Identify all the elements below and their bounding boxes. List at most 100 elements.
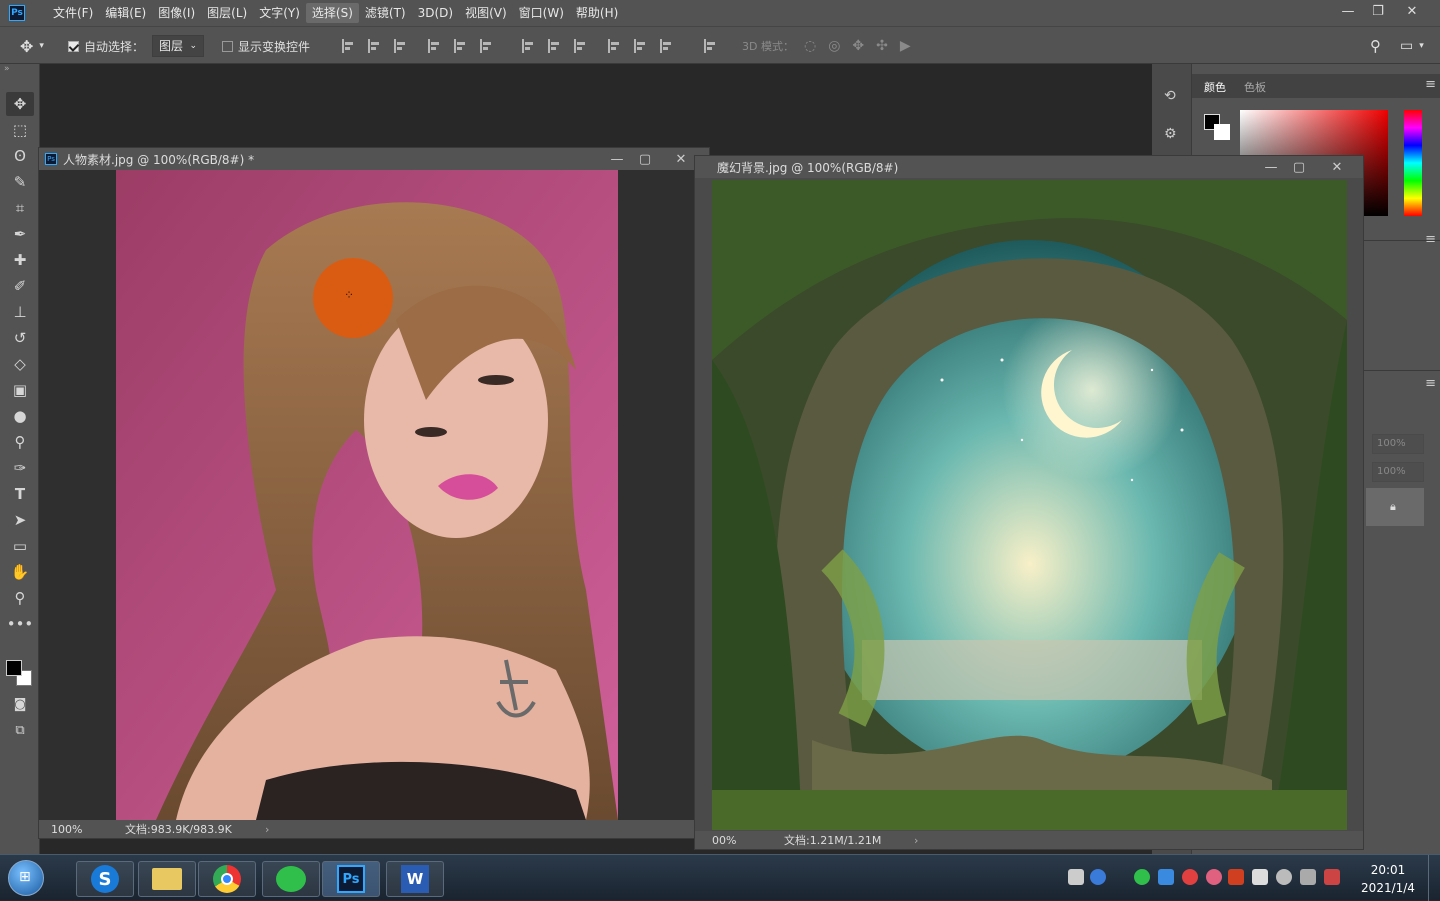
- hue-slider[interactable]: [1404, 110, 1422, 216]
- history-panel-icon[interactable]: ⟲: [1164, 88, 1176, 104]
- tab-color[interactable]: 颜色: [1204, 79, 1226, 95]
- move-tool-icon[interactable]: ✥ ▾: [20, 35, 44, 57]
- tab-swatches[interactable]: 色板: [1244, 79, 1266, 95]
- zoom-level[interactable]: 00%: [712, 834, 762, 847]
- 3d-mode-icons[interactable]: ◌◎✥✣▶: [804, 35, 923, 57]
- photoshop-logo-icon[interactable]: Ps: [9, 5, 25, 21]
- menu-item-2[interactable]: 图像(I): [152, 3, 201, 23]
- pen-tool-icon[interactable]: ✑: [6, 456, 34, 480]
- menu-item-1[interactable]: 编辑(E): [99, 3, 152, 23]
- quick-select-tool-icon[interactable]: ✎: [6, 170, 34, 194]
- doc-restore-button[interactable]: ▢: [1285, 156, 1313, 178]
- collapse-icon[interactable]: »: [4, 64, 10, 74]
- menu-item-6[interactable]: 滤镜(T): [359, 3, 412, 23]
- eyedropper-tool-icon[interactable]: ✒: [6, 222, 34, 246]
- display-tray-icon[interactable]: [1276, 869, 1292, 885]
- lasso-tool-icon[interactable]: ʘ: [6, 144, 34, 168]
- align-bottom-icon[interactable]: [394, 39, 406, 53]
- show-desktop-button[interactable]: [1428, 855, 1440, 901]
- zoom-tool-icon[interactable]: ⚲: [6, 586, 34, 610]
- healing-brush-tool-icon[interactable]: ✚: [6, 248, 34, 272]
- layer-thumbnail[interactable]: 🔒︎: [1366, 488, 1424, 526]
- restore-button[interactable]: ❐: [1362, 0, 1394, 22]
- word-app-button[interactable]: W: [386, 861, 444, 897]
- distribute-hcenter-icon[interactable]: [634, 39, 646, 53]
- brush-tool-icon[interactable]: ✐: [6, 274, 34, 298]
- flag-tray-icon[interactable]: [1228, 869, 1244, 885]
- monitor-tray-icon[interactable]: [1300, 869, 1316, 885]
- doc-minimize-button[interactable]: —: [603, 148, 631, 170]
- align-hcenter-icon[interactable]: [454, 39, 466, 53]
- volume-tray-icon[interactable]: [1252, 869, 1268, 885]
- history-brush-tool-icon[interactable]: ↺: [6, 326, 34, 350]
- properties-panel-icon[interactable]: ⚙: [1164, 126, 1177, 142]
- path-select-tool-icon[interactable]: ➤: [6, 508, 34, 532]
- gradient-tool-icon[interactable]: ▣: [6, 378, 34, 402]
- blur-tool-icon[interactable]: ●: [6, 404, 34, 428]
- foreground-color-swatch[interactable]: [6, 660, 22, 676]
- align-vcenter-icon[interactable]: [368, 39, 380, 53]
- clock-time[interactable]: 20:01: [1360, 863, 1416, 877]
- close-button[interactable]: ✕: [1396, 0, 1428, 22]
- flag-error-tray-icon[interactable]: [1324, 869, 1340, 885]
- wechat-tray-icon[interactable]: [1134, 869, 1150, 885]
- workspace-icon[interactable]: ▭ ▾: [1400, 35, 1424, 57]
- hand-tool-icon[interactable]: ✋: [6, 560, 34, 584]
- align-left-icon[interactable]: [428, 39, 440, 53]
- start-button[interactable]: ⊞: [8, 860, 44, 896]
- screen-mode-icon[interactable]: ⧉: [6, 718, 34, 742]
- status-arrow-icon[interactable]: ›: [914, 834, 918, 847]
- move-tool-icon[interactable]: ✥: [6, 92, 34, 116]
- show-transform-checkbox[interactable]: 显示变换控件: [222, 35, 310, 57]
- help-tray-icon[interactable]: [1090, 869, 1106, 885]
- doc-close-button[interactable]: ✕: [667, 148, 695, 170]
- crop-tool-icon[interactable]: ⌗: [6, 196, 34, 220]
- search-icon[interactable]: ⚲: [1370, 35, 1381, 57]
- canvas-area[interactable]: ⁘: [39, 170, 694, 820]
- menu-item-9[interactable]: 窗口(W): [513, 3, 570, 23]
- bg-color-chip[interactable]: [1214, 124, 1230, 140]
- app-tray-icon[interactable]: [1206, 869, 1222, 885]
- zoom-level[interactable]: 100%: [51, 823, 101, 836]
- photoshop-app-button[interactable]: Ps: [322, 861, 380, 897]
- panel-menu-icon[interactable]: ≡: [1425, 376, 1436, 391]
- menu-item-5[interactable]: 选择(S): [305, 3, 359, 23]
- clock-date[interactable]: 2021/1/4: [1356, 881, 1420, 895]
- canvas-area[interactable]: [712, 180, 1347, 830]
- keyboard-tray-icon[interactable]: [1068, 869, 1084, 885]
- menu-item-3[interactable]: 图层(L): [201, 3, 253, 23]
- distribute-top-icon[interactable]: [522, 39, 534, 53]
- distribute-vcenter-icon[interactable]: [548, 39, 560, 53]
- doc-minimize-button[interactable]: —: [1257, 156, 1285, 178]
- document-title-bar[interactable]: Ps 人物素材.jpg @ 100%(RGB/8#) * — ▢ ✕: [39, 148, 709, 170]
- menu-item-4[interactable]: 文字(Y): [253, 3, 306, 23]
- menu-item-7[interactable]: 3D(D): [412, 3, 459, 23]
- status-arrow-icon[interactable]: ›: [265, 823, 269, 836]
- eraser-tool-icon[interactable]: ◇: [6, 352, 34, 376]
- panel-menu-icon[interactable]: ≡: [1425, 77, 1436, 92]
- stamp-tool-icon[interactable]: ⊥: [6, 300, 34, 324]
- menu-item-0[interactable]: 文件(F): [47, 3, 99, 23]
- doc-close-button[interactable]: ✕: [1323, 156, 1351, 178]
- align-top-icon[interactable]: [342, 39, 354, 53]
- align-right-icon[interactable]: [480, 39, 492, 53]
- doc-restore-button[interactable]: ▢: [631, 148, 659, 170]
- document-title-bar[interactable]: 魔幻背景.jpg @ 100%(RGB/8#) — ▢ ✕: [695, 156, 1363, 178]
- type-tool-icon[interactable]: T: [6, 482, 34, 506]
- quick-mask-icon[interactable]: ◙: [6, 692, 34, 716]
- chrome-app-button[interactable]: [198, 861, 256, 897]
- auto-select-target-dropdown[interactable]: 图层 ⌄: [152, 35, 204, 57]
- distribute-bottom-icon[interactable]: [574, 39, 586, 53]
- minimize-button[interactable]: —: [1332, 0, 1364, 22]
- distribute-left-icon[interactable]: [608, 39, 620, 53]
- file-explorer-app-button[interactable]: [138, 861, 196, 897]
- auto-align-icon[interactable]: [704, 39, 716, 53]
- opacity-field[interactable]: 100%: [1372, 434, 1424, 454]
- rectangle-tool-icon[interactable]: ▭: [6, 534, 34, 558]
- fantasy-forest-image[interactable]: [712, 180, 1347, 830]
- more-tools-icon[interactable]: •••: [6, 612, 34, 636]
- network-tray-icon[interactable]: [1158, 869, 1174, 885]
- dodge-tool-icon[interactable]: ⚲: [6, 430, 34, 454]
- menu-item-8[interactable]: 视图(V): [459, 3, 513, 23]
- menu-item-10[interactable]: 帮助(H): [570, 3, 624, 23]
